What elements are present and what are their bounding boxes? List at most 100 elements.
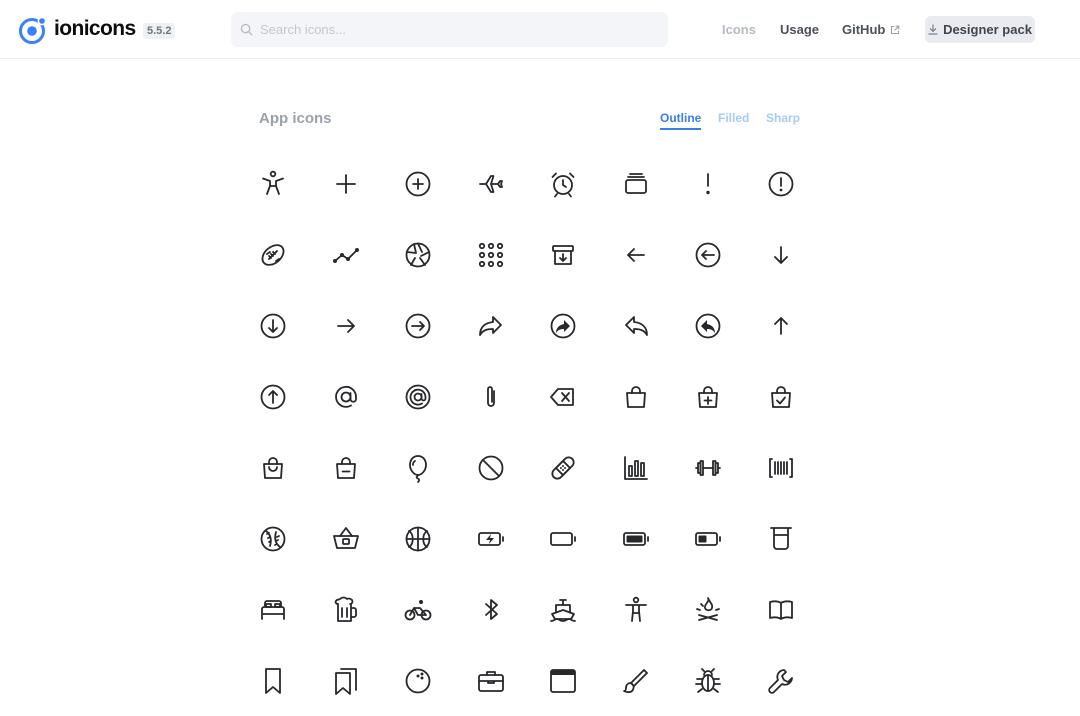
ionicons-logo-icon[interactable] xyxy=(18,15,48,45)
american-football-icon xyxy=(261,243,285,266)
bug-icon xyxy=(695,667,722,693)
tab-filled[interactable]: Filled xyxy=(718,111,749,128)
icon-tile-backspace[interactable] xyxy=(527,361,600,432)
icon-tile-apps[interactable] xyxy=(455,219,528,290)
icon-tile-battery-full[interactable] xyxy=(600,503,673,574)
icon-tile-barbell[interactable] xyxy=(672,432,745,503)
icon-tile-bandage[interactable] xyxy=(527,432,600,503)
icon-tile-balloon[interactable] xyxy=(382,432,455,503)
at-circle-icon xyxy=(405,384,431,409)
body-icon xyxy=(624,596,647,622)
icon-tile-arrow-back-circle[interactable] xyxy=(672,219,745,290)
icon-tile-arrow-undo-circle[interactable] xyxy=(672,290,745,361)
icon-tile-bag[interactable] xyxy=(600,361,673,432)
nav-link-github-label: GitHub xyxy=(842,22,886,37)
search-box[interactable] xyxy=(231,12,668,47)
arrow-down-circle-icon xyxy=(260,313,286,338)
icon-tile-alert-circle[interactable] xyxy=(745,148,818,219)
icon-tile-ban[interactable] xyxy=(455,432,528,503)
tab-sharp[interactable]: Sharp xyxy=(766,111,800,128)
icon-tile-archive[interactable] xyxy=(527,219,600,290)
icon-tile-bed[interactable] xyxy=(237,574,310,645)
arrow-undo-icon xyxy=(624,315,648,336)
analytics-icon xyxy=(332,247,359,263)
icon-tile-albums[interactable] xyxy=(600,148,673,219)
icon-tile-analytics[interactable] xyxy=(310,219,383,290)
icon-tile-at[interactable] xyxy=(310,361,383,432)
icon-tile-bookmark[interactable] xyxy=(237,645,310,716)
icon-tile-arrow-down[interactable] xyxy=(745,219,818,290)
icon-tile-bicycle[interactable] xyxy=(382,574,455,645)
icon-tile-alarm[interactable] xyxy=(527,148,600,219)
icon-tile-barcode[interactable] xyxy=(745,432,818,503)
bandage-icon xyxy=(551,455,575,480)
icon-tile-basketball[interactable] xyxy=(382,503,455,574)
icon-tile-bug[interactable] xyxy=(672,645,745,716)
icon-tile-arrow-down-circle[interactable] xyxy=(237,290,310,361)
icon-tile-bag-check[interactable] xyxy=(745,361,818,432)
brand-name[interactable]: ionicons xyxy=(54,17,136,41)
basket-icon xyxy=(332,526,359,549)
icon-tile-briefcase[interactable] xyxy=(455,645,528,716)
icon-tile-battery-half[interactable] xyxy=(672,503,745,574)
icon-tile-aperture[interactable] xyxy=(382,219,455,290)
icon-tile-basket[interactable] xyxy=(310,503,383,574)
arrow-undo-circle-icon xyxy=(695,313,721,338)
bookmarks-icon xyxy=(334,667,357,695)
add-icon xyxy=(335,173,356,194)
briefcase-icon xyxy=(477,670,504,692)
arrow-forward-circle-icon xyxy=(405,313,431,338)
icon-tile-american-football[interactable] xyxy=(237,219,310,290)
icon-tile-bag-add[interactable] xyxy=(672,361,745,432)
icon-tile-arrow-up[interactable] xyxy=(745,290,818,361)
at-icon xyxy=(334,385,357,408)
icon-tile-alert[interactable] xyxy=(672,148,745,219)
icon-tile-body[interactable] xyxy=(600,574,673,645)
alert-circle-icon xyxy=(768,171,794,196)
browsers-icon xyxy=(550,668,577,693)
icon-tile-arrow-back[interactable] xyxy=(600,219,673,290)
basketball-icon xyxy=(405,526,431,551)
icon-tile-book[interactable] xyxy=(745,574,818,645)
icon-tile-bonfire[interactable] xyxy=(672,574,745,645)
icon-tile-beaker[interactable] xyxy=(745,503,818,574)
tab-outline[interactable]: Outline xyxy=(660,111,702,130)
bag-remove-icon xyxy=(335,456,356,479)
icon-tile-baseball[interactable] xyxy=(237,503,310,574)
style-tabs: Outline Filled Sharp xyxy=(0,111,1080,133)
icon-tile-beer[interactable] xyxy=(310,574,383,645)
icon-tile-arrow-up-circle[interactable] xyxy=(237,361,310,432)
icon-tile-at-circle[interactable] xyxy=(382,361,455,432)
icon-tile-arrow-redo-circle[interactable] xyxy=(527,290,600,361)
balloon-icon xyxy=(409,454,428,483)
battery-charging-icon xyxy=(477,531,504,546)
icon-tile-battery-charging[interactable] xyxy=(455,503,528,574)
icon-tile-add-circle[interactable] xyxy=(382,148,455,219)
icon-tile-build[interactable] xyxy=(745,645,818,716)
nav-link-usage[interactable]: Usage xyxy=(780,22,819,38)
battery-full-icon xyxy=(622,531,649,546)
icon-tile-bag-handle[interactable] xyxy=(237,432,310,503)
icon-tile-attach[interactable] xyxy=(455,361,528,432)
icon-tile-bag-remove[interactable] xyxy=(310,432,383,503)
nav-link-icons[interactable]: Icons xyxy=(722,22,756,38)
icon-tile-arrow-forward-circle[interactable] xyxy=(382,290,455,361)
icon-tile-bookmarks[interactable] xyxy=(310,645,383,716)
icon-tile-boat[interactable] xyxy=(527,574,600,645)
icon-tile-bar-chart[interactable] xyxy=(600,432,673,503)
icon-tile-brush[interactable] xyxy=(600,645,673,716)
icon-tile-bowling-ball[interactable] xyxy=(382,645,455,716)
arrow-back-circle-icon xyxy=(695,242,721,267)
icon-tile-battery-dead[interactable] xyxy=(527,503,600,574)
nav-link-github[interactable]: GitHub xyxy=(842,22,900,38)
search-input[interactable] xyxy=(260,22,640,37)
icon-tile-bluetooth[interactable] xyxy=(455,574,528,645)
designer-pack-button[interactable]: Designer pack xyxy=(925,16,1035,43)
icon-tile-arrow-forward[interactable] xyxy=(310,290,383,361)
icon-tile-accessibility[interactable] xyxy=(237,148,310,219)
icon-tile-arrow-undo[interactable] xyxy=(600,290,673,361)
icon-tile-airplane[interactable] xyxy=(455,148,528,219)
icon-tile-arrow-redo[interactable] xyxy=(455,290,528,361)
icon-tile-add[interactable] xyxy=(310,148,383,219)
icon-tile-browsers[interactable] xyxy=(527,645,600,716)
